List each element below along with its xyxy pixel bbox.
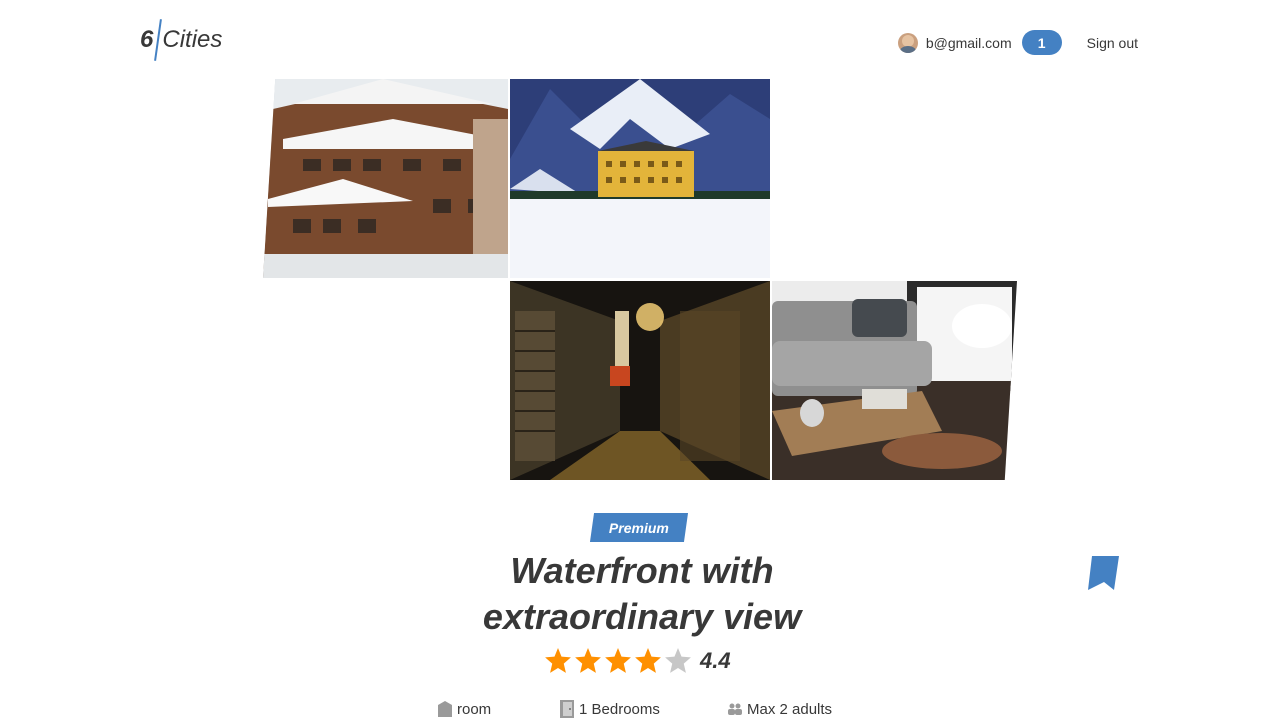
star-filled-icon xyxy=(575,648,601,673)
feature-adults: Max 2 adults xyxy=(728,701,832,718)
gallery-image-mountain-hotel xyxy=(510,79,770,278)
sign-out-link[interactable]: Sign out xyxy=(1087,35,1138,51)
bookmark-icon xyxy=(1088,556,1119,590)
star-filled-icon xyxy=(605,648,631,673)
people-icon xyxy=(728,703,742,715)
star-filled-icon xyxy=(545,648,571,673)
user-navigation: b@gmail.com 1 Sign out xyxy=(897,30,1138,55)
bookmark-button[interactable] xyxy=(1087,556,1119,590)
premium-label: Premium xyxy=(609,519,669,536)
feature-type-label: room xyxy=(457,700,492,718)
house-icon xyxy=(438,701,452,717)
offer-title: Waterfront with extraordinary view xyxy=(482,550,802,637)
user-email[interactable]: b@gmail.com xyxy=(926,35,1012,51)
gallery-image-night-alley xyxy=(510,281,770,480)
logo-divider xyxy=(154,19,163,61)
logo-text: Cities xyxy=(162,26,223,53)
star-filled-icon xyxy=(635,648,661,673)
feature-bedrooms-label: 1 Bedrooms xyxy=(579,700,660,718)
logo[interactable]: 6 Cities xyxy=(140,18,222,62)
user-avatar[interactable] xyxy=(897,32,918,53)
star-empty-icon xyxy=(665,648,691,673)
favorites-count-badge[interactable]: 1 xyxy=(1021,30,1062,55)
door-icon xyxy=(560,700,574,718)
offer-features: room 1 Bedrooms Max 2 adults xyxy=(438,697,858,721)
logo-number: 6 xyxy=(140,26,154,53)
feature-adults-label: Max 2 adults xyxy=(747,700,833,718)
rating-value: 4.4 xyxy=(700,648,731,673)
rating-stars xyxy=(544,648,694,674)
feature-bedrooms: 1 Bedrooms xyxy=(560,700,728,718)
feature-type: room xyxy=(438,701,560,718)
rating: 4.4 xyxy=(544,646,731,676)
premium-badge: Premium xyxy=(589,513,689,542)
gallery-image-chalet xyxy=(263,79,508,278)
gallery-image-living-room xyxy=(772,281,1017,480)
